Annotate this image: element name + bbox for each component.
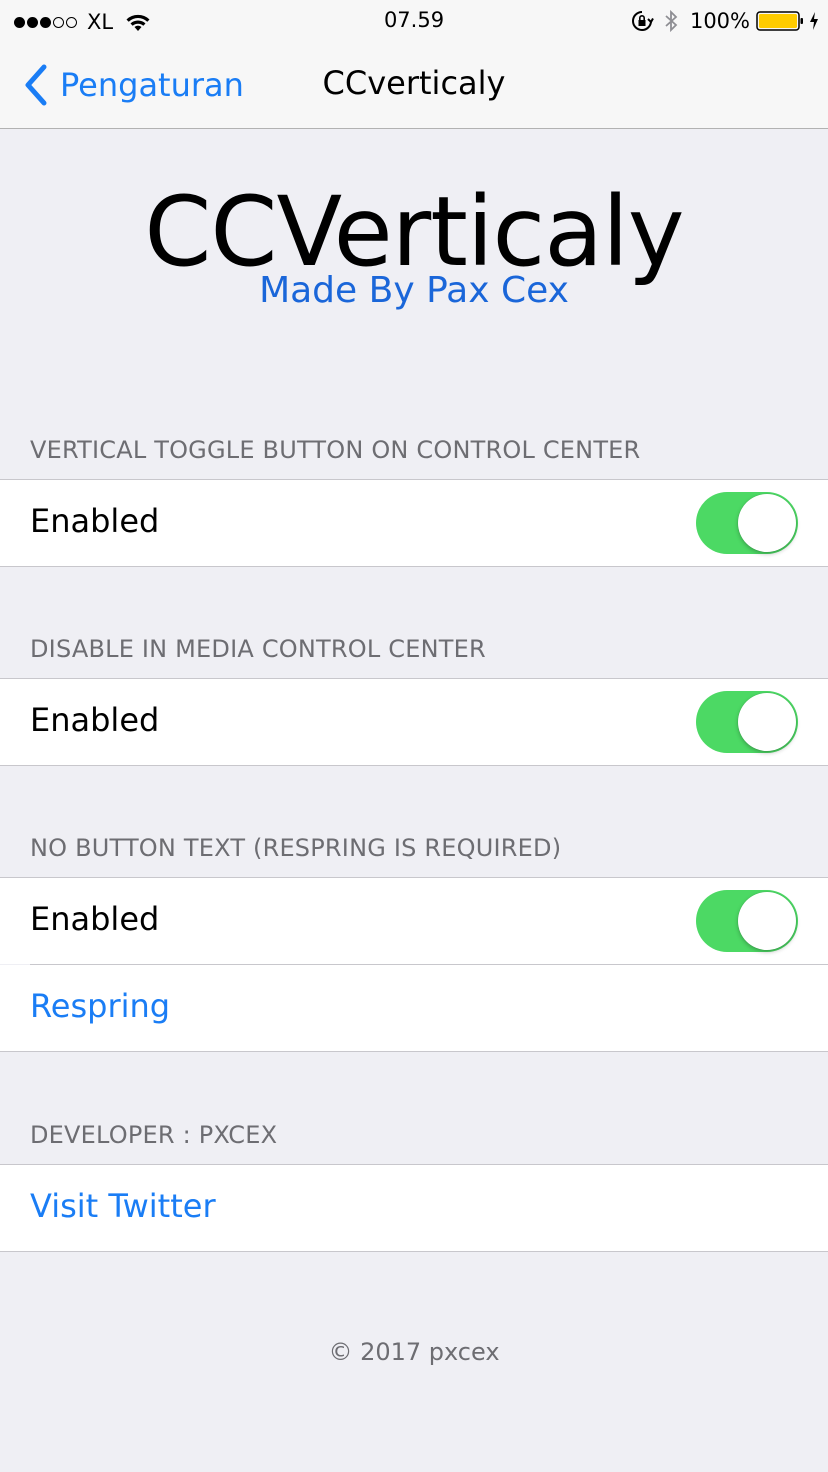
cell-label: Enabled <box>30 701 160 739</box>
rotation-lock-icon <box>631 11 654 31</box>
section-header-developer: DEVELOPER : PXCEX <box>30 1121 278 1149</box>
no-button-text-toggle-switch[interactable] <box>696 890 798 952</box>
footer-copyright: © 2017 pxcex <box>328 1338 500 1366</box>
respring-link[interactable]: Respring <box>30 987 170 1025</box>
status-right: 100% <box>630 6 820 36</box>
toggle-knob <box>738 892 796 950</box>
section-header-vertical-toggle: VERTICAL TOGGLE BUTTON ON CONTROL CENTER <box>30 436 641 464</box>
toggle-knob <box>738 693 796 751</box>
cell-media-control: Enabled <box>0 678 828 766</box>
battery-percent: 100% <box>689 9 750 33</box>
cell-respring[interactable]: Respring <box>0 965 828 1052</box>
cell-vertical-toggle: Enabled <box>0 479 828 567</box>
charging-bolt-icon <box>810 12 818 30</box>
vertical-toggle-switch[interactable] <box>696 492 798 554</box>
section-header-no-button-text: NO BUTTON TEXT (RESPRING IS REQUIRED) <box>30 834 562 862</box>
header-subtitle: Made By Pax Cex <box>259 270 569 311</box>
cell-label: Enabled <box>30 900 160 938</box>
section-header-media-control: DISABLE IN MEDIA CONTROL CENTER <box>30 635 486 663</box>
visit-twitter-link[interactable]: Visit Twitter <box>30 1187 216 1225</box>
cell-label: Enabled <box>30 502 160 540</box>
status-bar: XL 07.59 100% <box>0 0 828 44</box>
media-control-toggle-switch[interactable] <box>696 691 798 753</box>
navigation-bar: Pengaturan CCverticaly <box>0 44 828 129</box>
toggle-knob <box>738 494 796 552</box>
cell-no-button-text: Enabled <box>0 877 828 964</box>
nav-title: CCverticaly <box>322 64 506 102</box>
cell-visit-twitter[interactable]: Visit Twitter <box>0 1164 828 1252</box>
bluetooth-icon <box>665 9 678 33</box>
battery-icon <box>756 11 803 31</box>
